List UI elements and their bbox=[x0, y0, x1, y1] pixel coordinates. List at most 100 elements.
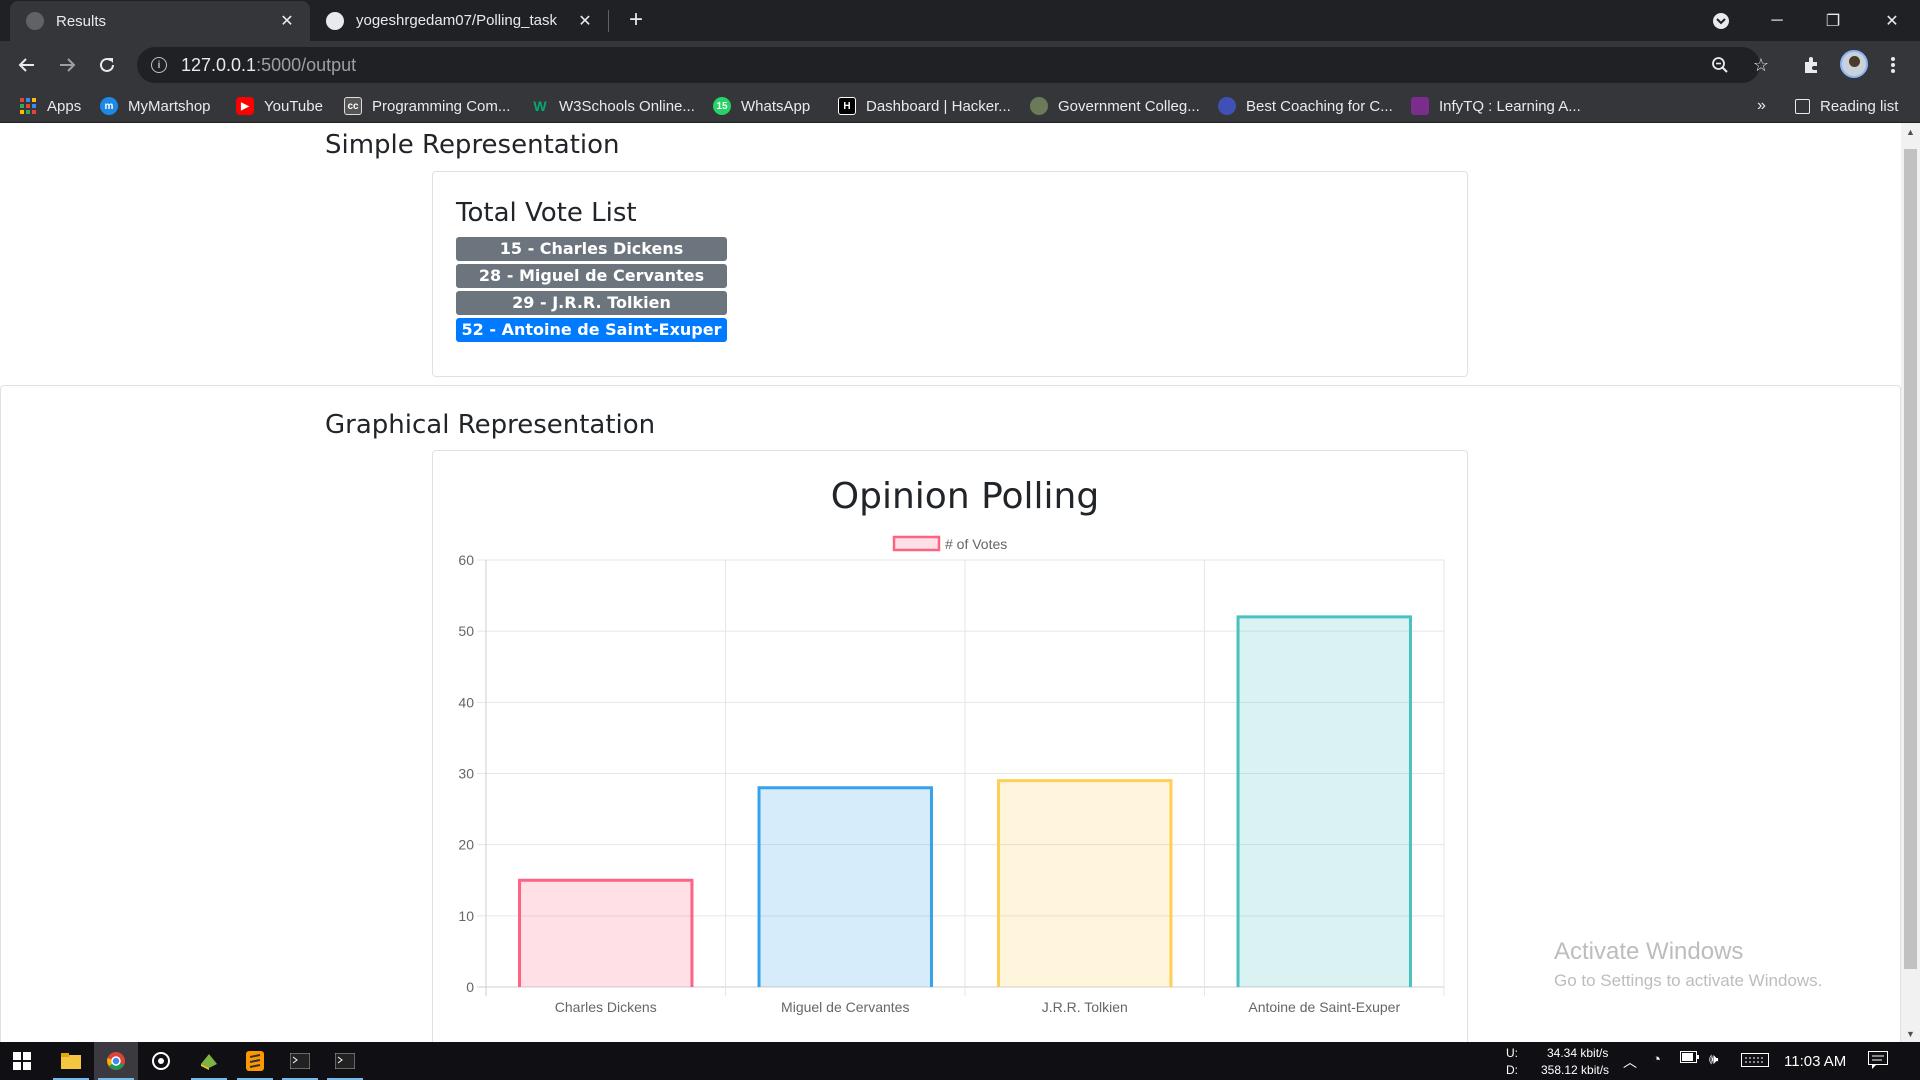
tab-separator bbox=[608, 10, 609, 32]
bookmark-label: MyMartshop bbox=[128, 97, 211, 115]
cc-icon: cc bbox=[344, 97, 362, 115]
bookmark-mymartshop[interactable]: m MyMartshop bbox=[100, 89, 211, 123]
file-explorer-icon[interactable] bbox=[49, 1042, 93, 1080]
bookmark-infytq[interactable]: InfyTQ : Learning A... bbox=[1411, 89, 1581, 123]
graphical-heading: Graphical Representation bbox=[325, 410, 656, 440]
w3schools-icon: W bbox=[533, 98, 547, 114]
bookmark-label: Dashboard | Hacker... bbox=[866, 97, 1011, 115]
bookmark-government-college[interactable]: Government Colleg... bbox=[1030, 89, 1200, 123]
coaching-icon bbox=[1218, 97, 1236, 115]
restore-button[interactable]: ❐ bbox=[1805, 0, 1861, 41]
notifications-icon[interactable] bbox=[1868, 1051, 1888, 1072]
info-icon[interactable]: i bbox=[151, 57, 167, 73]
y-tick-label: 30 bbox=[458, 766, 474, 782]
y-tick-label: 40 bbox=[458, 694, 474, 710]
reload-button[interactable] bbox=[91, 49, 123, 81]
bookmark-hackerrank[interactable]: H Dashboard | Hacker... bbox=[838, 89, 1011, 123]
bookmark-label: Best Coaching for C... bbox=[1246, 97, 1393, 115]
chart-title: Opinion Polling bbox=[831, 476, 1099, 517]
page-content: Simple Representation Total Vote List 15… bbox=[0, 123, 1901, 1042]
bookmark-w3schools[interactable]: W W3Schools Online... bbox=[531, 89, 695, 123]
address-bar[interactable]: i 127.0.0.1:5000/output ☆ bbox=[137, 47, 1769, 83]
tab-title: Results bbox=[56, 12, 107, 30]
bookmark-label: InfyTQ : Learning A... bbox=[1439, 97, 1581, 115]
bookmark-whatsapp[interactable]: 15 WhatsApp bbox=[713, 89, 810, 123]
vote-badge: 15 - Charles Dickens bbox=[456, 237, 727, 261]
y-tick-label: 10 bbox=[458, 908, 474, 924]
bookmark-programming[interactable]: cc Programming Com... bbox=[344, 89, 510, 123]
profile-avatar[interactable] bbox=[1840, 50, 1868, 78]
close-icon[interactable]: ✕ bbox=[276, 10, 298, 32]
hackerrank-icon: H bbox=[838, 97, 856, 115]
minimize-button[interactable]: ─ bbox=[1749, 0, 1805, 41]
volume-icon[interactable]: 🕪 bbox=[1709, 1051, 1718, 1068]
zoom-icon[interactable] bbox=[1710, 55, 1730, 75]
windows-start-icon[interactable] bbox=[0, 1042, 44, 1080]
github-icon bbox=[326, 11, 344, 30]
globe-icon bbox=[26, 12, 44, 30]
bar bbox=[998, 780, 1171, 987]
bar-chart: Opinion Polling # of Votes 0 10 20 30 40 50 60 Ch… bbox=[458, 476, 1445, 1015]
tab-results[interactable]: Results ✕ bbox=[10, 1, 310, 41]
bookmark-youtube[interactable]: ▶ YouTube bbox=[236, 89, 323, 123]
vote-list-card: Total Vote List 15 - Charles Dickens 28 … bbox=[432, 171, 1468, 377]
tab-github[interactable]: yogeshrgedam07/Polling_task ✕ bbox=[310, 0, 608, 41]
scroll-down-arrow[interactable]: ▼ bbox=[1901, 1025, 1920, 1042]
back-button[interactable] bbox=[11, 49, 43, 81]
net-up-label: U: bbox=[1506, 1046, 1518, 1060]
whatsapp-icon: 15 bbox=[713, 97, 731, 115]
net-down-label: D: bbox=[1506, 1063, 1518, 1077]
scroll-thumb[interactable] bbox=[1904, 149, 1917, 969]
terminal-icon[interactable] bbox=[323, 1042, 367, 1080]
bar bbox=[519, 880, 692, 987]
simple-heading: Simple Representation bbox=[325, 130, 620, 160]
star-icon[interactable]: ☆ bbox=[1751, 55, 1771, 75]
mymartshop-icon: m bbox=[100, 97, 118, 115]
sublime-icon[interactable] bbox=[233, 1042, 277, 1080]
x-tick-label: J.R.R. Tolkien bbox=[1042, 999, 1128, 1015]
bookmark-apps[interactable]: Apps bbox=[19, 89, 81, 123]
tab-search-icon[interactable] bbox=[1693, 0, 1749, 41]
scroll-up-arrow[interactable]: ▲ bbox=[1901, 123, 1920, 140]
legend-label: # of Votes bbox=[945, 536, 1007, 552]
close-icon[interactable]: ✕ bbox=[574, 10, 596, 32]
reading-list-label: Reading list bbox=[1820, 97, 1899, 115]
college-icon bbox=[1030, 97, 1048, 115]
new-tab-button[interactable]: + bbox=[622, 6, 650, 34]
tab-title: yogeshrgedam07/Polling_task bbox=[356, 12, 557, 29]
bookmark-label: YouTube bbox=[264, 97, 323, 115]
activate-windows-subtitle: Go to Settings to activate Windows. bbox=[1554, 971, 1823, 990]
infytq-icon bbox=[1411, 97, 1429, 115]
forward-button[interactable] bbox=[51, 49, 83, 81]
taskbar: U: D: 34.34 kbit/s 358.12 kbit/s ︿ ◔ 🕪 1… bbox=[0, 1042, 1920, 1080]
chevron-up-icon[interactable]: ︿ bbox=[1623, 1052, 1637, 1072]
menu-icon[interactable] bbox=[1877, 49, 1909, 81]
terminal-icon[interactable] bbox=[278, 1042, 322, 1080]
youtube-icon: ▶ bbox=[236, 97, 254, 115]
x-tick-label: Charles Dickens bbox=[555, 999, 657, 1015]
bookmark-label: Programming Com... bbox=[372, 97, 511, 115]
x-tick-label: Miguel de Cervantes bbox=[781, 999, 909, 1015]
cortana-icon[interactable] bbox=[139, 1042, 183, 1080]
battery-icon[interactable] bbox=[1680, 1051, 1700, 1066]
bookmark-label: W3Schools Online... bbox=[559, 97, 695, 115]
toolbar: i 127.0.0.1:5000/output ☆ bbox=[0, 41, 1920, 89]
vote-list-title: Total Vote List bbox=[456, 198, 637, 228]
reading-list-icon bbox=[1795, 98, 1810, 114]
reading-list-button[interactable]: Reading list bbox=[1795, 89, 1898, 123]
clock-time[interactable]: 11:03 AM bbox=[1784, 1053, 1846, 1070]
wifi-icon[interactable]: ◔ bbox=[1652, 1051, 1661, 1068]
x-tick-label: Antoine de Saint-Exuper bbox=[1248, 999, 1400, 1015]
bluestacks-icon[interactable] bbox=[187, 1042, 231, 1080]
bookmarks-overflow-button[interactable]: » bbox=[1757, 89, 1766, 123]
close-window-button[interactable]: ✕ bbox=[1864, 0, 1920, 41]
vote-badge: 28 - Miguel de Cervantes bbox=[456, 264, 727, 288]
bookmark-best-coaching[interactable]: Best Coaching for C... bbox=[1218, 89, 1393, 123]
chrome-icon[interactable] bbox=[94, 1042, 138, 1080]
page-scrollbar[interactable]: ▲ ▼ bbox=[1901, 123, 1920, 1042]
extensions-icon[interactable] bbox=[1795, 49, 1827, 81]
apps-grid-icon bbox=[19, 97, 37, 115]
y-tick-label: 0 bbox=[466, 979, 474, 995]
url-path: :5000/output bbox=[256, 54, 357, 75]
keyboard-icon[interactable] bbox=[1741, 1053, 1769, 1070]
